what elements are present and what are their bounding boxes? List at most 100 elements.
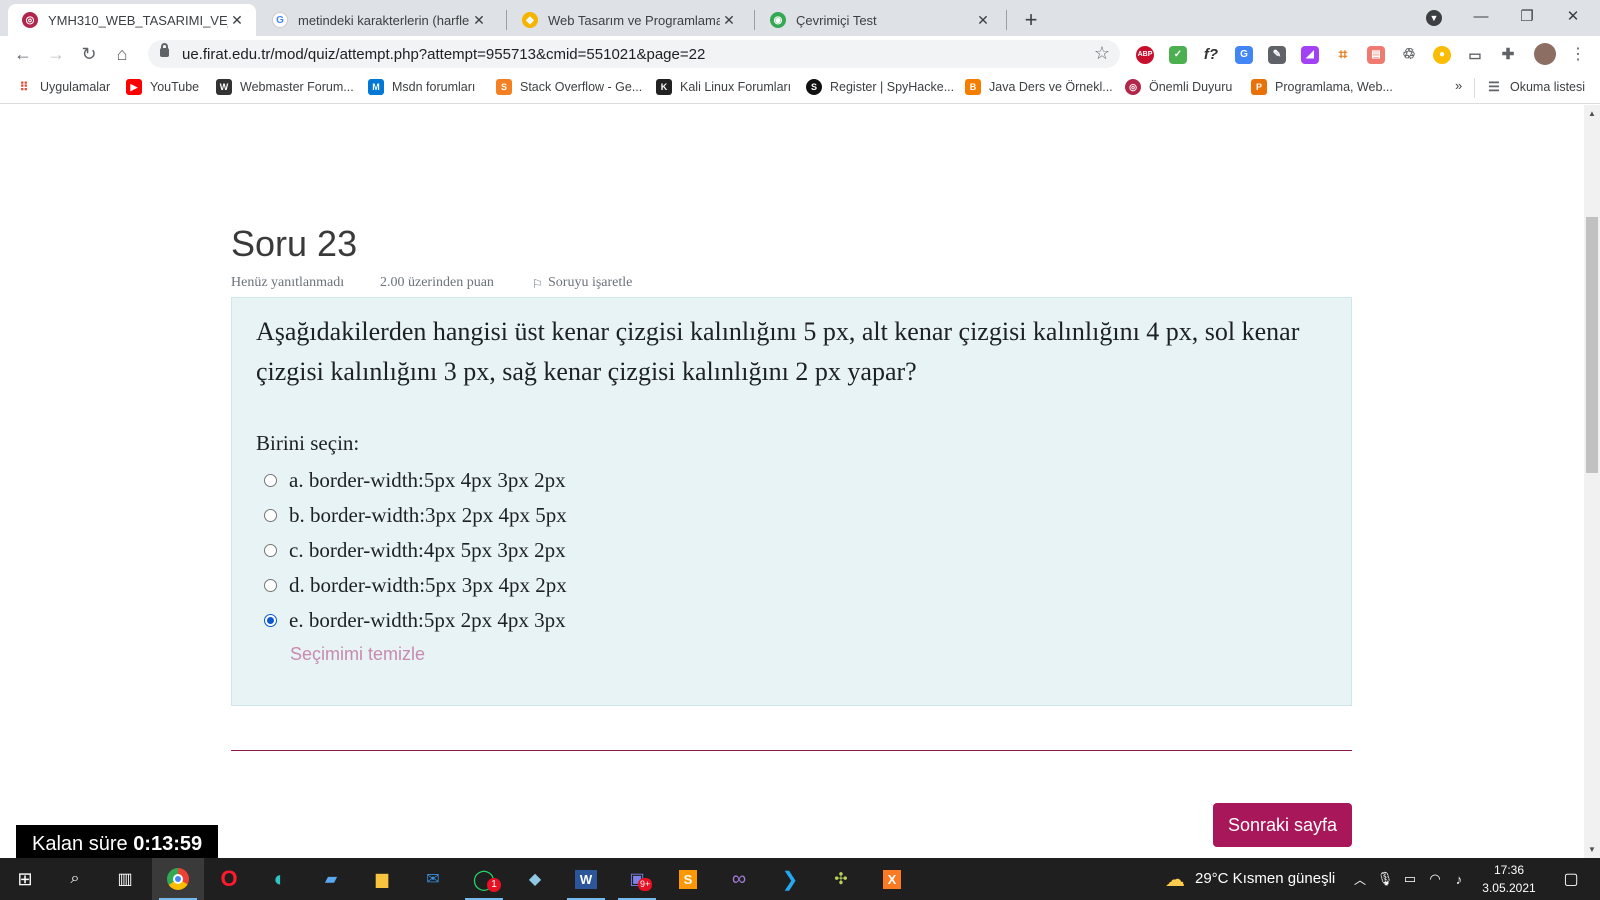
radio-a[interactable] [264, 474, 277, 487]
search-icon[interactable]: ⌕ [60, 864, 90, 894]
close-icon[interactable]: ✕ [470, 12, 488, 29]
option-label: e. border-width:5px 2px 4px 3px [289, 608, 566, 632]
bookmark-apps[interactable]: ⠿ Uygulamalar [16, 79, 111, 95]
radio-e[interactable] [264, 614, 277, 627]
next-page-button[interactable]: Sonraki sayfa [1213, 803, 1352, 847]
tab-google[interactable]: G metindeki karakterlerin (harflerin ✕ [258, 4, 498, 36]
extensions-puzzle-icon[interactable]: ✚ [1499, 46, 1517, 64]
lock-icon [160, 43, 169, 57]
word-icon[interactable]: W [571, 864, 601, 894]
windows-start-icon[interactable]: ⊞ [10, 864, 40, 894]
tab-quiz[interactable]: ◎ YMH310_WEB_TASARIMI_VE_PRO ✕ [8, 4, 256, 36]
restore-button[interactable]: ❐ [1504, 0, 1550, 34]
minimize-button[interactable]: — [1458, 0, 1504, 34]
forward-icon[interactable]: → [42, 40, 70, 68]
moodle-icon: ◎ [1125, 79, 1141, 95]
pen-extension-icon[interactable]: ✎ [1268, 46, 1286, 64]
notes-icon[interactable]: ◆ [520, 864, 550, 894]
cast-icon[interactable]: ▭ [1466, 46, 1484, 64]
bookmarks-bar: ⠿ Uygulamalar ▶ YouTube W Webmaster Foru… [0, 72, 1600, 104]
option-label: b. border-width:3px 2px 4px 5px [289, 503, 567, 527]
system-clock[interactable]: 17:36 3.05.2021 [1474, 861, 1544, 897]
tab-web-tasarim[interactable]: ◆ Web Tasarım ve Programlama Mo ✕ [508, 4, 748, 36]
bookmark-java[interactable]: B Java Ders ve Örnekl... [965, 79, 1113, 95]
flag-question-link[interactable]: Soruyu işaretle [548, 275, 632, 291]
vscode-icon[interactable]: ❯ [775, 864, 805, 894]
bookmark-label: Register | SpyHacke... [830, 80, 955, 94]
bookmark-kali[interactable]: K Kali Linux Forumları [656, 79, 791, 95]
clock-date: 3.05.2021 [1482, 881, 1536, 895]
reading-list[interactable]: ☰ Okuma listesi [1486, 79, 1585, 95]
weather-icon[interactable]: ☁ [1160, 864, 1190, 894]
chrome-menu-icon[interactable]: ⋮ [1570, 44, 1586, 64]
webmaster-icon: W [216, 79, 232, 95]
close-window-button[interactable]: ✕ [1550, 0, 1596, 34]
bookmark-label: Stack Overflow - Ge... [520, 80, 643, 94]
bookmark-stackoverflow[interactable]: S Stack Overflow - Ge... [496, 79, 642, 95]
adblock-icon[interactable]: ABP [1136, 46, 1154, 64]
answer-option-e[interactable]: e. border-width:5px 2px 4px 3px [264, 608, 566, 633]
opera-icon[interactable]: O [214, 864, 244, 894]
color-extension-icon[interactable]: ◢ [1301, 46, 1319, 64]
radio-d[interactable] [264, 579, 277, 592]
chrome-icon[interactable] [163, 864, 193, 894]
radio-c[interactable] [264, 544, 277, 557]
address-bar[interactable]: ue.firat.edu.tr/mod/quiz/attempt.php?att… [148, 40, 1120, 68]
close-icon[interactable]: ✕ [974, 12, 992, 29]
weather-text[interactable]: 29°C Kısmen güneşli [1195, 870, 1335, 887]
more-bookmarks-button[interactable]: » [1455, 78, 1462, 93]
whatsapp-badge: 1 [487, 878, 501, 892]
task-view-icon[interactable]: ▥ [110, 864, 140, 894]
close-icon[interactable]: ✕ [228, 12, 246, 29]
tab-search-icon[interactable]: ▼ [1426, 10, 1442, 26]
formula-icon[interactable]: f? [1202, 46, 1220, 64]
notification-icon[interactable]: ▢ [1556, 864, 1586, 894]
tab-cevrimici-test[interactable]: ◉ Çevrimiçi Test ✕ [756, 4, 1002, 36]
edge-icon[interactable]: ◐ [265, 864, 295, 894]
scroll-thumb[interactable] [1586, 217, 1598, 473]
flag-icon[interactable]: ⚐ [532, 277, 543, 291]
profile-avatar[interactable] [1534, 43, 1556, 65]
reload-icon[interactable]: ↻ [75, 40, 103, 68]
bookmark-label: Uygulamalar [40, 80, 111, 94]
crop-icon[interactable]: ⌗ [1334, 46, 1352, 64]
url-text[interactable]: ue.firat.edu.tr/mod/quiz/attempt.php?att… [182, 46, 705, 63]
answer-option-a[interactable]: a. border-width:5px 4px 3px 2px [264, 468, 566, 493]
bookmark-duyuru[interactable]: ◎ Önemli Duyuru [1125, 79, 1232, 95]
close-icon[interactable]: ✕ [720, 12, 738, 29]
bookmark-msdn[interactable]: M Msdn forumları [368, 79, 475, 95]
bookmark-divider [1474, 78, 1475, 98]
tool-icon[interactable]: ✣ [826, 864, 856, 894]
clear-selection-link[interactable]: Seçimimi temizle [290, 644, 425, 665]
colorwheel-icon[interactable]: ● [1433, 46, 1451, 64]
shield-icon[interactable]: ✓ [1169, 46, 1187, 64]
new-tab-button[interactable]: + [1017, 6, 1045, 34]
visual-studio-icon[interactable]: ∞ [724, 864, 754, 894]
question-title: Soru 23 [231, 223, 358, 264]
home-icon[interactable]: ⌂ [108, 40, 136, 68]
calendar-extension-icon[interactable]: ▤ [1367, 46, 1385, 64]
xampp-icon[interactable]: X [877, 864, 907, 894]
bookmark-star-icon[interactable]: ☆ [1094, 43, 1110, 64]
answer-option-d[interactable]: d. border-width:5px 3px 4px 2px [264, 573, 567, 598]
file-explorer-icon[interactable]: ▆ [367, 864, 397, 894]
stackoverflow-icon: S [496, 79, 512, 95]
radio-b[interactable] [264, 509, 277, 522]
recycle-icon[interactable]: ♲ [1400, 46, 1418, 64]
bookmark-spyhacker[interactable]: S Register | SpyHacke... [806, 79, 954, 95]
bookmark-webmaster[interactable]: W Webmaster Forum... [216, 79, 354, 95]
bookmark-youtube[interactable]: ▶ YouTube [126, 79, 199, 95]
answer-option-b[interactable]: b. border-width:3px 2px 4px 5px [264, 503, 567, 528]
bookmark-label: Java Ders ve Örnekl... [989, 80, 1113, 94]
answer-option-c[interactable]: c. border-width:4px 5px 3px 2px [264, 538, 566, 563]
bookmark-programlama[interactable]: P Programlama, Web... [1251, 79, 1393, 95]
scroll-up-icon[interactable]: ▲ [1584, 109, 1600, 118]
sublime-icon[interactable]: S [673, 864, 703, 894]
back-icon[interactable]: ← [9, 40, 37, 68]
mail-icon[interactable]: ✉ [418, 864, 448, 894]
network-app-icon[interactable]: ▰ [316, 864, 346, 894]
page-scrollbar[interactable]: ▲ ▼ [1584, 105, 1600, 858]
volume-icon[interactable]: ♪ [1444, 864, 1474, 894]
translate-icon[interactable]: G [1235, 46, 1253, 64]
scroll-down-icon[interactable]: ▼ [1584, 845, 1600, 854]
